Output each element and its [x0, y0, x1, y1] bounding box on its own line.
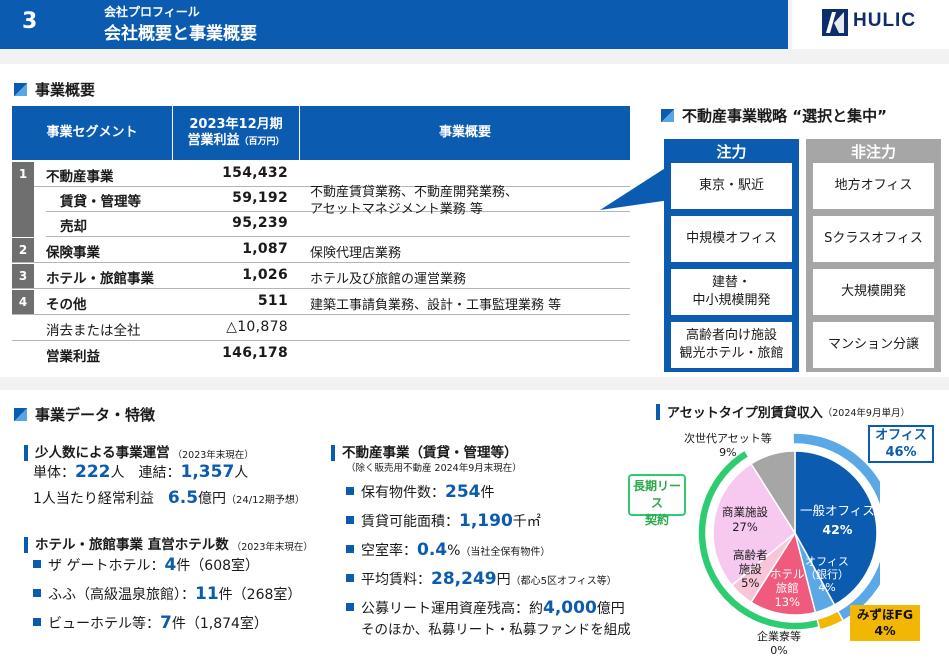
- segment-name: 保険事業: [46, 245, 100, 261]
- col-header-profit: 2023年12月期 営業利益（百万円）: [173, 106, 299, 160]
- col-header-segment: 事業セグメント: [12, 106, 172, 160]
- section-title-text: 事業概要: [35, 81, 96, 99]
- segment-value: 59,192: [232, 190, 288, 206]
- pie-label-commercial: 商業施設 27%: [722, 505, 768, 534]
- focus-item: 東京・駅近: [671, 163, 792, 209]
- segment-value: 1,087: [242, 241, 288, 257]
- list-item: 平均賃料：28,249円（都心5区オフィス等）: [346, 569, 617, 589]
- segment-value: 146,178: [222, 345, 288, 361]
- list-item: 保有物件数：254件: [346, 482, 495, 502]
- segment-number: 3: [12, 264, 34, 288]
- segment-name: その他: [46, 297, 87, 313]
- employee-count: 単体：222人 連結：1,357人: [33, 462, 249, 482]
- pie-label-dorm: 企業寮等 0%: [757, 630, 801, 657]
- real-estate-note: （除く販売用不動産 2024年9月末現在）: [346, 463, 522, 474]
- segment-value: 511: [257, 293, 288, 309]
- segment-value: 95,239: [232, 215, 288, 231]
- list-item: 公募リート運用資産残高：約4,000億円: [346, 598, 625, 618]
- pie-label-nextgen: 次世代アセット等 9%: [684, 432, 772, 459]
- segment-number: 1: [18, 167, 28, 181]
- section-square-icon: [661, 109, 674, 122]
- col-header-description: 事業概要: [300, 106, 630, 160]
- real-estate-description: 不動産賃貸業務、不動産開発業務、 アセットマネジメント業務 等: [310, 185, 519, 217]
- segment-name: 消去または全社: [46, 323, 141, 339]
- table-row: 3 ホテル・旅館事業 1,026 ホテル及び旅館の運営業務: [12, 264, 630, 289]
- pie-label-office-bank: オフィス （銀行） 4%: [805, 555, 849, 594]
- real-estate-last-line: そのほか、私募リート・私募ファンドを組成: [361, 622, 631, 638]
- list-item: ザ ゲートホテル：4件（608室）: [33, 555, 259, 575]
- segment-description: ホテル及び旅館の運営業務: [310, 272, 467, 287]
- focus-item: 建替・ 中小規模開発: [671, 269, 792, 315]
- nonfocus-header: 非注力: [806, 139, 941, 163]
- small-team-title: 少人数による事業運営 （2023年末現在）: [24, 441, 254, 461]
- segment-description: 保険代理店業務: [310, 246, 402, 261]
- table-row: 営業利益 146,178: [12, 342, 630, 367]
- logo-text: HULIC: [853, 10, 917, 31]
- nonfocus-item: Sクラスオフィス: [813, 216, 934, 262]
- pie-label-hotel: ホテル 旅館 13%: [770, 567, 805, 609]
- focus-item: 高齢者向け施設 観光ホテル・旅館: [671, 322, 792, 368]
- office-outer-label: オフィス 46%: [868, 425, 934, 463]
- segment-name: ホテル・旅館事業: [46, 271, 154, 287]
- segment-value: 154,432: [222, 165, 288, 181]
- table-row: 4 その他 511 建築工事請負業務、設計・工事監理業務 等: [12, 290, 630, 315]
- real-estate-title: 不動産事業（賃貸・管理等）: [331, 441, 518, 461]
- header-subtitle: 会社プロフィール: [104, 5, 200, 19]
- list-item: ふふ（高級温泉旅館）：11件（268室）: [33, 584, 301, 604]
- pie-label-general-office: 一般オフィス 42%: [800, 503, 875, 537]
- hulic-logo-icon: [822, 9, 848, 36]
- nonfocus-item: 大規模開発: [813, 269, 934, 315]
- list-item: 空室率：0.4%（当社全保有物件）: [346, 540, 550, 560]
- mizuho-label: みずほFG 4%: [850, 605, 920, 641]
- hotels-title: ホテル・旅館事業 直営ホテル数 （2023年末現在）: [24, 533, 313, 553]
- segment-number: 2: [12, 238, 34, 262]
- long-term-lease-label: 長期リース 契約: [628, 474, 686, 527]
- segment-number: 4: [12, 290, 34, 314]
- list-item: 賃貸可能面積：1,190千㎡: [346, 511, 541, 531]
- focus-header: 注力: [664, 139, 799, 163]
- table-row: 2 保険事業 1,087 保険代理店業務: [12, 238, 630, 263]
- business-data-title: 事業データ・特徴: [14, 404, 155, 425]
- focus-item: 中規模オフィス: [671, 216, 792, 262]
- nonfocus-item: マンション分譲: [813, 322, 934, 368]
- strategy-title: 不動産事業戦略 “選択と集中”: [661, 105, 887, 126]
- segment-name: 営業利益: [46, 349, 100, 365]
- page-number: 3: [22, 9, 38, 34]
- segment-name: 不動産事業: [46, 169, 114, 185]
- business-overview-title: 事業概要: [14, 79, 95, 100]
- page-title: 会社概要と事業概要: [104, 24, 257, 44]
- profit-per-employee: 1人当たり経常利益 6.5億円（24/12期予想）: [33, 488, 305, 508]
- segment-name: 売却: [60, 219, 87, 235]
- segment-name: 賃貸・管理等: [60, 194, 141, 210]
- mizuho-ring: [816, 609, 845, 631]
- list-item: ビューホテル等：7件（1,874室）: [33, 613, 268, 633]
- header-bar: 3 会社プロフィール 会社概要と事業概要: [0, 0, 788, 49]
- segment-value: 1,026: [242, 267, 288, 283]
- pie-label-elderly: 高齢者 施設 5%: [733, 548, 768, 590]
- section-square-icon: [14, 408, 27, 421]
- section-square-icon: [14, 83, 27, 96]
- arrow-triangle-icon: [600, 165, 670, 210]
- segment-value: △10,878: [226, 319, 288, 335]
- nonfocus-item: 地方オフィス: [813, 163, 934, 209]
- segment-description: 建築工事請負業務、設計・工事監理業務 等: [310, 298, 562, 313]
- table-row: 消去または全社 △10,878: [12, 316, 630, 341]
